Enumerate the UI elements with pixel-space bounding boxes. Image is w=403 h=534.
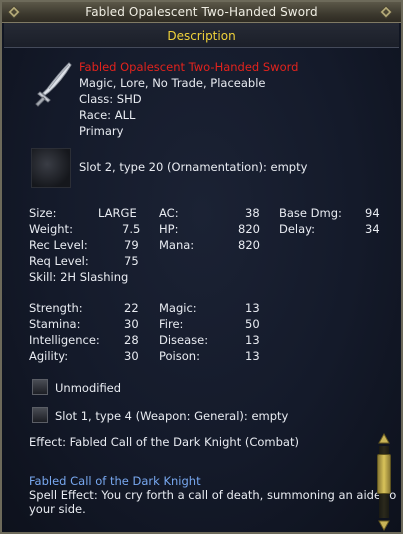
attr-value: 13 bbox=[245, 301, 260, 315]
scrollbar[interactable] bbox=[375, 432, 393, 532]
attr-value: 30 bbox=[124, 317, 139, 331]
unmodified-label: Unmodified bbox=[55, 381, 122, 395]
spell-desc-line1: Spell Effect: You cry forth a call of de… bbox=[29, 488, 397, 502]
scroll-down-arrow-icon[interactable] bbox=[377, 518, 391, 532]
aug-slot-2-icon[interactable] bbox=[31, 148, 71, 188]
attr-label: Fire: bbox=[159, 317, 184, 331]
attr-value: 30 bbox=[124, 349, 139, 363]
stat-value: 38 bbox=[245, 206, 260, 220]
window-title: Fabled Opalescent Two-Handed Sword bbox=[85, 5, 318, 19]
stat-value: 820 bbox=[238, 238, 260, 252]
attr-label: Disease: bbox=[159, 333, 209, 347]
aug-slot-2-text: Slot 2, type 20 (Ornamentation): empty bbox=[79, 160, 308, 174]
attr-label: Intelligence: bbox=[29, 333, 100, 347]
ornament-diamond-icon bbox=[379, 5, 393, 19]
stat-value: LARGE bbox=[98, 206, 137, 220]
stat-value: 34 bbox=[365, 222, 380, 236]
stat-value: 75 bbox=[124, 254, 139, 268]
stat-value: 94 bbox=[365, 206, 380, 220]
scroll-up-arrow-icon[interactable] bbox=[377, 432, 391, 446]
spell-desc-line2: your side. bbox=[29, 502, 86, 516]
spell-name-link[interactable]: Fabled Call of the Dark Knight bbox=[29, 474, 201, 488]
item-slot-type: Primary bbox=[79, 124, 124, 138]
attr-label: Poison: bbox=[159, 349, 200, 363]
effect-text: Effect: Fabled Call of the Dark Knight (… bbox=[29, 435, 299, 449]
item-class: Class: SHD bbox=[79, 92, 142, 106]
attr-label: Strength: bbox=[29, 301, 83, 315]
attr-label: Stamina: bbox=[29, 317, 81, 331]
item-flags: Magic, Lore, No Trade, Placeable bbox=[79, 76, 266, 90]
stat-skill: Skill: 2H Slashing bbox=[29, 270, 129, 284]
sword-icon[interactable] bbox=[31, 59, 75, 107]
attr-label: Agility: bbox=[29, 349, 69, 363]
item-race: Race: ALL bbox=[79, 108, 136, 122]
stat-value: 820 bbox=[238, 222, 260, 236]
attr-value: 13 bbox=[245, 349, 260, 363]
title-bar[interactable]: Fabled Opalescent Two-Handed Sword bbox=[2, 2, 401, 23]
stat-label: Rec Level: bbox=[29, 238, 88, 252]
stat-label: Base Dmg: bbox=[279, 206, 342, 220]
description-label: Description bbox=[167, 29, 236, 43]
stat-label: Mana: bbox=[159, 238, 195, 252]
aug-slot-1-text: Slot 1, type 4 (Weapon: General): empty bbox=[55, 409, 289, 423]
stat-value: 79 bbox=[124, 238, 139, 252]
item-display-window: Fabled Opalescent Two-Handed Sword Descr… bbox=[0, 0, 403, 534]
description-header: Description bbox=[4, 23, 399, 48]
unmodified-icon bbox=[32, 379, 48, 395]
item-name: Fabled Opalescent Two-Handed Sword bbox=[79, 60, 299, 74]
aug-slot-1-icon[interactable] bbox=[32, 407, 48, 423]
attr-label: Magic: bbox=[159, 301, 197, 315]
stat-label: Req Level: bbox=[29, 254, 89, 268]
attr-value: 22 bbox=[124, 301, 139, 315]
stat-label: AC: bbox=[159, 206, 179, 220]
stat-label: Weight: bbox=[29, 222, 73, 236]
attr-value: 28 bbox=[124, 333, 139, 347]
stat-label: Size: bbox=[29, 206, 57, 220]
stat-value: 7.5 bbox=[122, 222, 141, 236]
scroll-thumb[interactable] bbox=[377, 454, 391, 494]
attr-value: 50 bbox=[245, 317, 260, 331]
stat-label: HP: bbox=[159, 222, 179, 236]
stat-label: Delay: bbox=[279, 222, 316, 236]
attr-value: 13 bbox=[245, 333, 260, 347]
